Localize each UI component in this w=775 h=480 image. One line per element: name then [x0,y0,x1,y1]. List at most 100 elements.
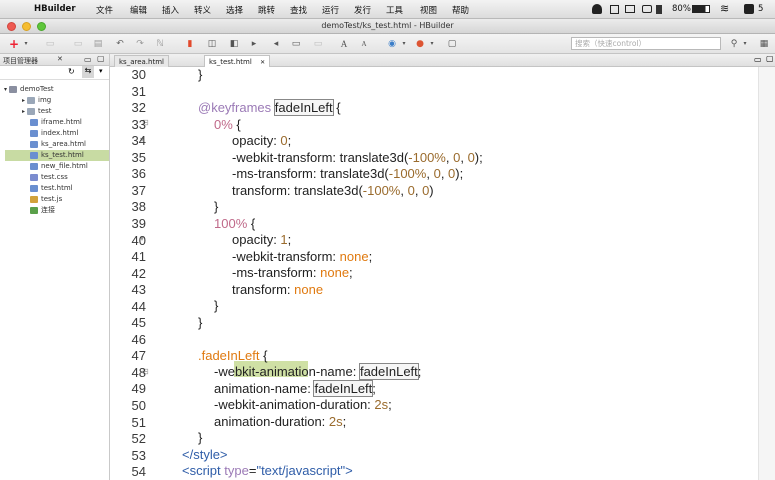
tree-item[interactable]: ▸ img [22,95,51,106]
tree-item[interactable]: iframe.html [30,117,82,128]
menu-file[interactable]: 文件 [96,4,113,16]
line-number: 38 [131,199,146,215]
code-line: 100% { [214,216,256,231]
screen-icon[interactable] [642,5,652,13]
folder-icon [27,107,36,115]
line-number: 37 [131,182,146,198]
tree-item[interactable]: new_file.html [30,161,88,172]
format-icon[interactable]: ℕ [154,38,166,50]
code-line: } [198,315,203,330]
fold-icon[interactable]: ◧ [228,38,240,50]
menu-run[interactable]: 运行 [322,4,339,16]
tree-item[interactable]: index.html [30,128,78,139]
maximize-icon[interactable]: ▢ [766,54,774,63]
chevron-down-icon[interactable]: ▾ [398,38,410,50]
menu-bar: HBuilder 文件 编辑 插入 转义 选择 跳转 查找 运行 发行 工具 视… [0,0,775,19]
wrap-icon[interactable]: ◫ [206,38,218,50]
tree-item[interactable]: test.css [30,172,68,183]
close-icon[interactable]: ✕ [57,55,63,63]
chevron-icon[interactable]: ▸ [22,108,25,115]
code-line: -ms-transform: none; [232,265,353,280]
html-icon [30,118,38,126]
preview-icon[interactable]: ◉ [386,38,398,50]
chevron-icon[interactable]: ▾ [4,86,7,93]
tree-item-label: test.html [41,184,73,192]
menu-app-name[interactable]: HBuilder [34,4,76,14]
code-line: </style> [182,447,228,462]
layout-icon[interactable]: ▦ [758,38,770,50]
clock-icon[interactable] [744,4,754,14]
save-icon[interactable]: ▭ [44,38,56,50]
line-number: 48 [131,364,146,380]
tree-item[interactable]: test.js [30,194,62,205]
penguin-icon[interactable] [592,4,602,14]
line-number: 47 [131,348,146,364]
tab-ks-area[interactable]: ks_area.html [114,55,169,67]
html-icon [30,140,38,148]
bluetooth-icon[interactable] [656,5,662,14]
project-manager-panel: 项目管理器 ✕ ▭ ▢ ↻ ⇆ ▾ ▾ demoTest ▸ img ▸ test ifra… [0,54,110,480]
menu-help[interactable]: 帮助 [452,4,469,16]
chevron-down-icon[interactable]: ▾ [426,38,438,50]
undo-icon[interactable]: ↶ [114,38,126,50]
search-input[interactable]: 搜索（快速control） [571,37,721,50]
battery-icon[interactable] [692,5,710,13]
browser-icon[interactable]: ● [414,38,426,50]
status-icon[interactable] [610,5,619,14]
code-editor: ks_area.html ks_test.html ✕ ▭ ▢ ⊟ ▾ ▾ ⊟ … [110,54,775,480]
folder-icon [27,96,36,104]
tree-item-label: demoTest [20,85,54,93]
menu-goto[interactable]: 跳转 [258,4,275,16]
tree-item[interactable]: ▾ demoTest [4,84,54,95]
close-icon[interactable]: ✕ [260,59,265,66]
chevron-down-icon[interactable]: ▾ [20,38,32,50]
font-increase-icon[interactable]: A [338,38,350,50]
tree-item[interactable]: ks_area.html [30,139,86,150]
menu-find[interactable]: 查找 [290,4,307,16]
next-icon[interactable]: ▸ [248,38,260,50]
outline-icon[interactable]: ▭ [312,38,324,50]
print-icon[interactable]: ▤ [92,38,104,50]
minimize-icon[interactable]: ▭ [84,55,92,64]
chevron-down-icon[interactable]: ▾ [739,38,751,50]
minimize-icon[interactable]: ▭ [754,55,762,64]
line-number: 52 [131,431,146,447]
redo-icon[interactable]: ↷ [134,38,146,50]
wifi-icon[interactable]: ≋ [720,2,729,15]
line-number: 35 [131,149,146,165]
code-line: -webkit-animation-duration: 2s; [214,397,392,412]
bookmark-icon[interactable]: ▮ [184,38,196,50]
chevron-icon[interactable]: ▸ [22,97,25,104]
tree-item[interactable]: ks_test.html [5,150,109,161]
chevron-down-icon[interactable]: ▾ [99,67,103,75]
menu-edit[interactable]: 编辑 [130,4,147,16]
refresh-icon[interactable]: ↻ [68,67,75,76]
link-icon [30,206,38,214]
menu-select[interactable]: 选择 [226,4,243,16]
window-title: demoTest/ks_test.html - HBuilder [321,21,454,30]
menu-publish[interactable]: 发行 [354,4,371,16]
message-icon[interactable]: ▢ [446,38,458,50]
line-number: 33 [131,116,146,132]
tree-item[interactable]: 连接 [30,205,55,216]
tree-item-label: test [38,107,52,115]
previous-icon[interactable]: ◂ [270,38,282,50]
tree-item[interactable]: ▸ test [22,106,51,117]
font-decrease-icon[interactable]: A [358,38,370,50]
comment-icon[interactable]: ▭ [290,38,302,50]
menu-insert[interactable]: 插入 [162,4,179,16]
menu-escape[interactable]: 转义 [194,4,211,16]
new-file-icon[interactable]: + [8,38,20,50]
save-all-icon[interactable]: ▭ [72,38,84,50]
menu-tools[interactable]: 工具 [386,4,403,16]
vertical-scrollbar[interactable] [758,67,775,480]
link-editor-icon[interactable]: ⇆ [82,66,94,78]
code-area[interactable]: } @keyframes fadeInLeft { 0% { opacity: … [148,67,758,480]
maximize-icon[interactable]: ▢ [97,54,105,63]
tree-item[interactable]: test.html [30,183,73,194]
code-line: transform: none [232,282,324,297]
code-line: } [198,430,203,445]
menu-view[interactable]: 视图 [420,4,437,16]
mail-icon[interactable] [625,5,635,13]
tab-ks-test[interactable]: ks_test.html ✕ [204,55,271,67]
